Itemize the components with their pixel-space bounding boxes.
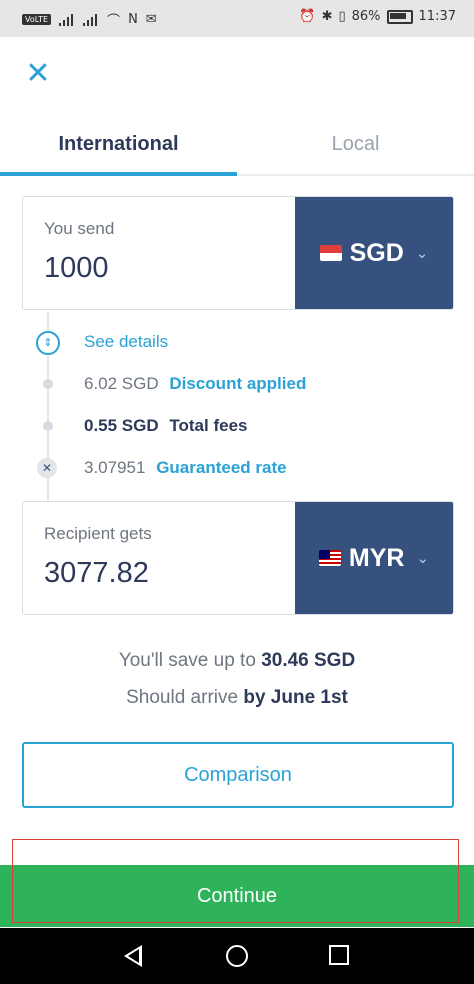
mail-icon: ✉: [145, 12, 157, 27]
arrival-text: Should arrive by June 1st: [0, 687, 474, 709]
receive-amount-input[interactable]: 3077.82: [44, 557, 149, 590]
alarm-icon: ⏰: [299, 9, 316, 24]
rate-row: 3.07951 Guaranteed rate: [84, 458, 287, 478]
vibrate-icon: ▯: [338, 9, 346, 24]
savings-prefix: You'll save up to: [118, 650, 256, 671]
rate-label[interactable]: Guaranteed rate: [156, 458, 286, 477]
system-nav-bar: [0, 928, 474, 984]
volte-icon: VoLTE: [22, 14, 52, 25]
status-bar: VoLTE ⌒ N ✉ ⏰ ✱ ▯ 86% 11:37: [0, 0, 474, 37]
fees-label: Total fees: [169, 416, 248, 435]
multiply-icon: ✕: [37, 458, 57, 478]
timeline-dot: [43, 379, 53, 389]
receive-label: Recipient gets: [44, 524, 152, 543]
send-amount-input[interactable]: 1000: [44, 252, 109, 285]
receive-amount-card: Recipient gets 3077.82 MYR ⌄: [22, 501, 454, 615]
continue-button[interactable]: Continue: [0, 865, 474, 927]
receive-currency-selector[interactable]: MYR ⌄: [295, 502, 453, 614]
clock: 11:37: [418, 9, 456, 24]
see-details-link[interactable]: See details: [84, 332, 168, 352]
recents-icon[interactable]: [329, 945, 349, 965]
transfer-type-tabs: International Local: [0, 116, 474, 176]
savings-amount: 30.46 SGD: [261, 650, 356, 671]
back-icon[interactable]: [124, 945, 142, 967]
chevron-down-icon: ⌄: [415, 245, 429, 262]
tab-local[interactable]: Local: [237, 116, 474, 172]
status-left: VoLTE ⌒ N ✉: [22, 10, 157, 29]
battery-icon: [386, 9, 413, 24]
details-toggle-icon[interactable]: ⇕: [36, 331, 60, 355]
home-icon[interactable]: [226, 945, 248, 967]
malaysia-flag-icon: [318, 550, 341, 566]
bluetooth-icon: ✱: [321, 9, 333, 24]
send-label: You send: [44, 219, 115, 238]
send-currency-selector[interactable]: SGD ⌄: [295, 197, 453, 309]
comparison-button[interactable]: Comparison: [22, 742, 454, 808]
tab-international[interactable]: International: [0, 116, 237, 172]
discount-value: 6.02 SGD: [84, 374, 159, 393]
nfc-icon: N: [128, 12, 138, 27]
status-right: ⏰ ✱ ▯ 86% 11:37: [299, 9, 456, 24]
timeline-dot: [43, 421, 53, 431]
arrival-date: by June 1st: [243, 687, 348, 708]
rate-value: 3.07951: [84, 458, 146, 477]
savings-text: You'll save up to 30.46 SGD: [0, 650, 474, 672]
arrival-prefix: Should arrive: [126, 687, 239, 708]
fees-value: 0.55 SGD: [84, 416, 159, 435]
send-amount-card: You send 1000 SGD ⌄: [22, 196, 454, 310]
active-tab-indicator: [0, 172, 237, 176]
signal-icon: [59, 13, 75, 26]
signal-icon-2: [83, 13, 99, 26]
close-icon[interactable]: ✕: [24, 59, 52, 89]
discount-label[interactable]: Discount applied: [169, 374, 306, 393]
receive-currency-code: MYR: [348, 543, 405, 572]
battery-percent: 86%: [351, 9, 381, 24]
wifi-icon: ⌒: [107, 14, 121, 29]
fees-row: 0.55 SGD Total fees: [84, 416, 247, 436]
send-currency-code: SGD: [349, 238, 404, 267]
chevron-down-icon: ⌄: [416, 550, 430, 567]
singapore-flag-icon: [319, 245, 342, 261]
discount-row: 6.02 SGD Discount applied: [84, 374, 306, 394]
